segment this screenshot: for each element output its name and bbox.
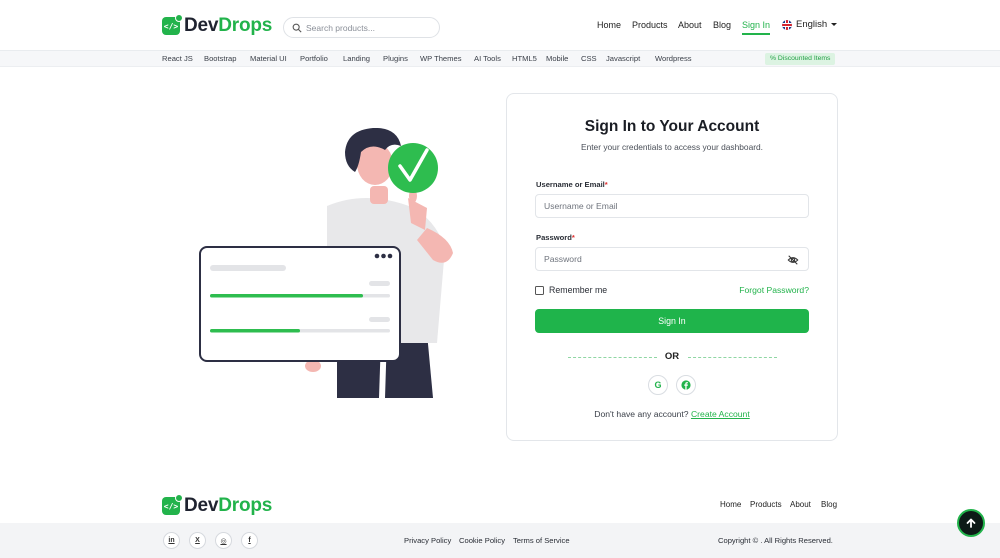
category-link[interactable]: Bootstrap — [204, 54, 237, 63]
nav-about[interactable]: About — [678, 20, 702, 30]
progress-bar-fill — [210, 294, 363, 298]
checkmark-icon — [388, 143, 438, 193]
facebook-icon — [681, 380, 691, 390]
logo-icon: </> — [162, 14, 183, 35]
brand-name-part1: Dev — [184, 15, 219, 36]
terms-link[interactable]: Terms of Service — [513, 536, 570, 545]
footer-nav-home[interactable]: Home — [720, 500, 741, 509]
category-bar: React JS Bootstrap Material UI Portfolio… — [0, 51, 1000, 67]
brand-name-part2: Drops — [218, 15, 273, 36]
divider-right — [688, 357, 777, 358]
language-label: English — [796, 19, 828, 30]
password-input[interactable] — [544, 254, 774, 264]
category-link[interactable]: Portfolio — [300, 54, 328, 63]
page-title: Sign In to Your Account — [584, 118, 760, 135]
signin-card: Sign In to Your Account Enter your crede… — [506, 93, 838, 441]
scroll-to-top-button[interactable] — [957, 509, 985, 537]
no-account-text: Don't have any account? — [594, 409, 689, 419]
brand-logo[interactable]: </> DevDrops — [162, 14, 272, 37]
arrow-up-icon — [966, 518, 976, 528]
brand-name: DevDrops — [184, 495, 272, 517]
brand-name: DevDrops — [184, 15, 272, 37]
required-mark: * — [571, 233, 575, 242]
password-label: Password* — [536, 233, 575, 242]
flag-icon — [782, 19, 792, 30]
category-link[interactable]: Material UI — [250, 54, 287, 63]
category-link[interactable]: Landing — [343, 54, 370, 63]
language-selector[interactable]: English — [782, 19, 838, 30]
footer-top: </> DevDrops Home Products About Blog — [0, 490, 1000, 522]
forgot-password-link[interactable]: Forgot Password? — [739, 285, 809, 295]
facebook-icon[interactable]: f — [241, 532, 258, 549]
privacy-policy-link[interactable]: Privacy Policy — [404, 536, 451, 545]
category-link[interactable]: React JS — [162, 54, 193, 63]
brand-name-part2: Drops — [218, 495, 273, 516]
copyright-text: Copyright © . All Rights Reserved. — [718, 536, 833, 545]
username-input[interactable] — [544, 201, 774, 211]
username-field[interactable] — [535, 194, 809, 218]
create-account-link[interactable]: Create Account — [691, 409, 750, 419]
cookie-policy-link[interactable]: Cookie Policy — [459, 536, 505, 545]
password-label-text: Password — [536, 233, 572, 242]
username-label-text: Username or Email — [536, 180, 605, 189]
category-link[interactable]: WP Themes — [420, 54, 462, 63]
category-link[interactable]: AI Tools — [474, 54, 501, 63]
linkedin-icon[interactable]: in — [163, 532, 180, 549]
google-icon: G — [654, 380, 662, 390]
footer-nav-blog[interactable]: Blog — [821, 500, 837, 509]
progress-bar-fill — [210, 329, 300, 333]
site-header: </> DevDrops Home Products About Blog Si… — [0, 0, 1000, 51]
instagram-icon[interactable]: ◎ — [215, 532, 232, 549]
or-separator: OR — [664, 351, 680, 362]
signin-illustration — [199, 128, 453, 398]
discount-badge[interactable]: % Discounted Items — [765, 53, 836, 65]
signin-button[interactable]: Sign In — [535, 309, 809, 333]
search-box[interactable] — [283, 17, 440, 38]
remember-checkbox[interactable] — [535, 285, 544, 295]
nav-home[interactable]: Home — [597, 20, 621, 30]
create-account-prompt: Don't have any account? Create Account — [507, 409, 837, 419]
nav-products[interactable]: Products — [632, 20, 668, 30]
required-mark: * — [604, 180, 608, 189]
footer-bottom: in X ◎ f Privacy Policy Cookie Policy Te… — [0, 523, 1000, 558]
nav-signin[interactable]: Sign In — [742, 20, 771, 35]
chevron-down-icon — [831, 23, 838, 26]
google-signin-button[interactable]: G — [648, 375, 668, 395]
page-subtitle: Enter your credentials to access your da… — [580, 142, 764, 152]
category-link[interactable]: Javascript — [606, 54, 640, 63]
footer-logo[interactable]: </> DevDrops — [162, 494, 272, 517]
eye-off-icon[interactable] — [787, 254, 799, 266]
nav-blog[interactable]: Blog — [713, 20, 731, 30]
footer-nav-products[interactable]: Products — [750, 500, 782, 509]
x-icon[interactable]: X — [189, 532, 206, 549]
category-link[interactable]: HTML5 — [512, 54, 537, 63]
search-input[interactable] — [306, 22, 436, 33]
password-field[interactable] — [535, 247, 809, 271]
remember-label: Remember me — [549, 285, 608, 295]
category-link[interactable]: CSS — [581, 54, 597, 63]
category-link[interactable]: Plugins — [383, 54, 408, 63]
username-label: Username or Email* — [536, 180, 608, 189]
category-link[interactable]: Mobile — [546, 54, 568, 63]
facebook-signin-button[interactable] — [676, 375, 696, 395]
remember-me[interactable]: Remember me — [535, 285, 607, 295]
search-icon — [292, 23, 302, 33]
brand-name-part1: Dev — [184, 495, 219, 516]
footer-nav-about[interactable]: About — [790, 500, 811, 509]
category-link[interactable]: Wordpress — [655, 54, 692, 63]
logo-icon: </> — [162, 494, 183, 515]
